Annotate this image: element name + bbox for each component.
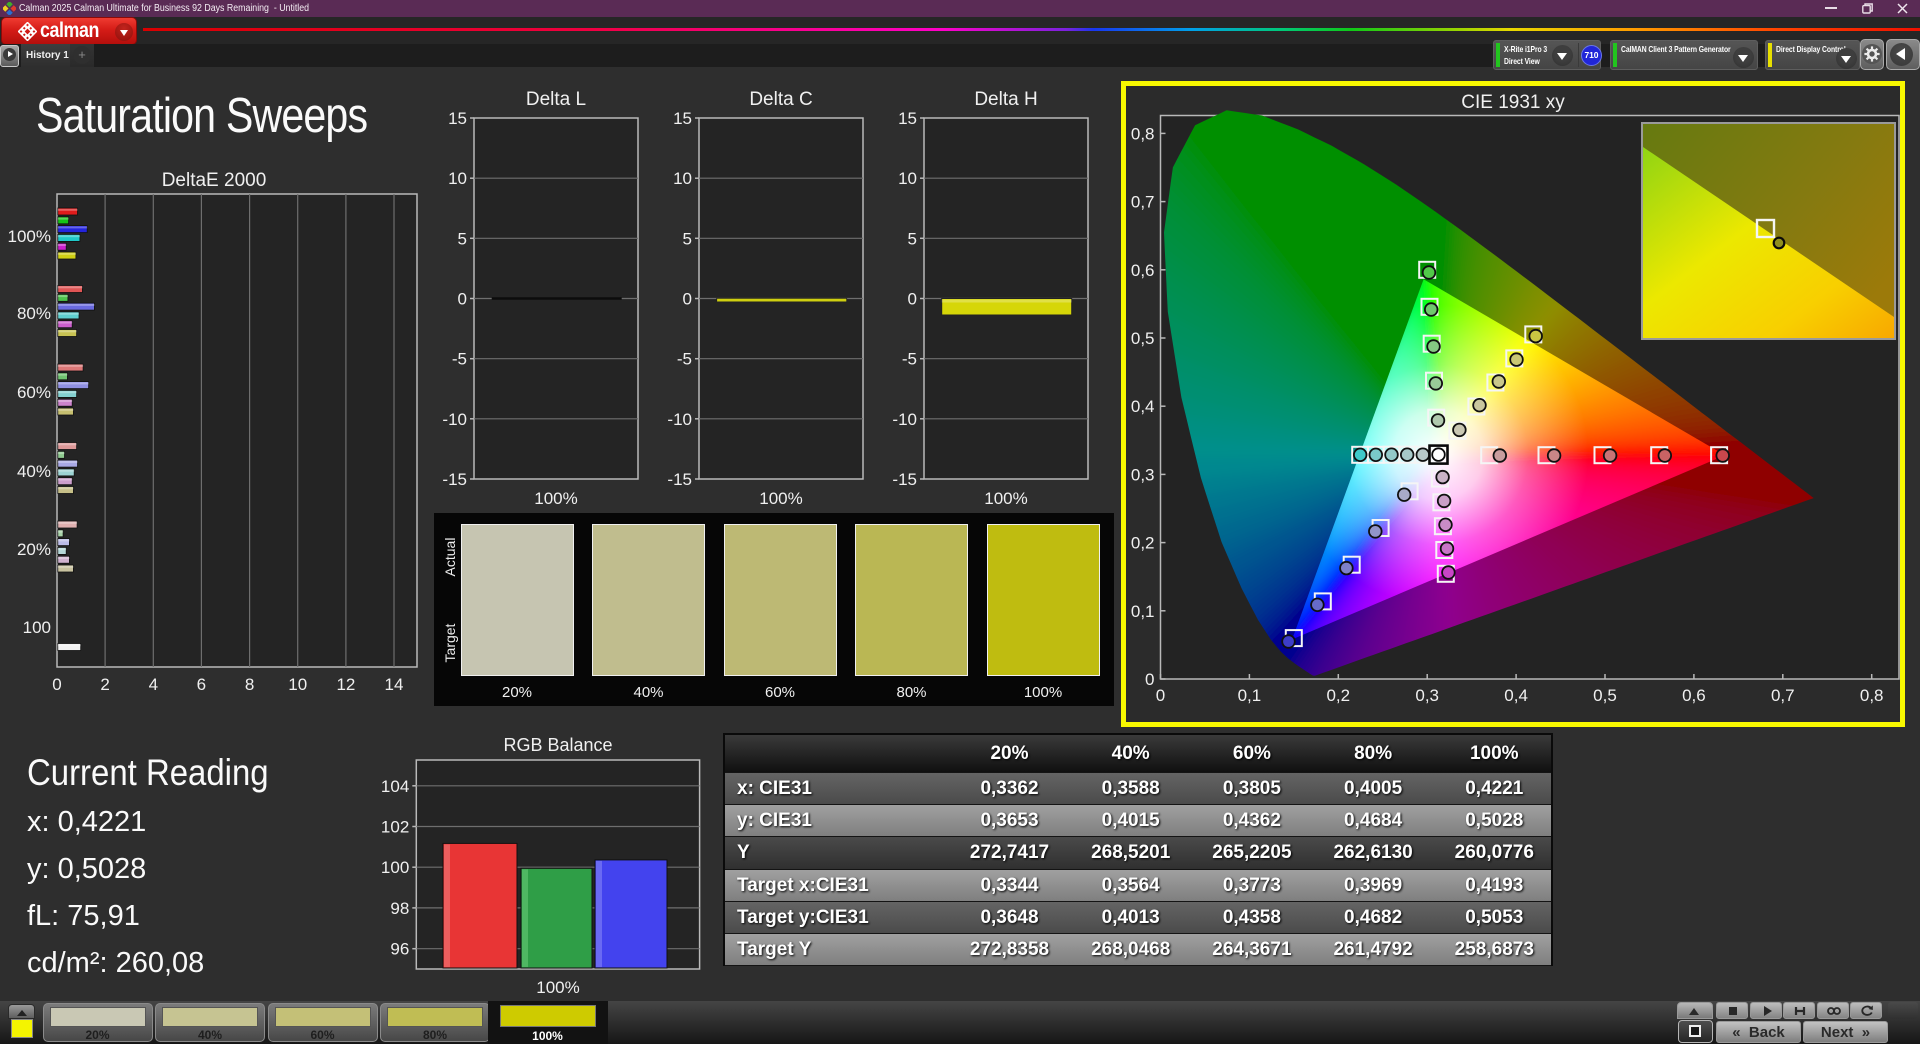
svg-text:0: 0 <box>1145 670 1154 689</box>
svg-text:Delta L: Delta L <box>526 89 586 110</box>
svg-text:5: 5 <box>908 229 917 248</box>
svg-text:0,7: 0,7 <box>1771 686 1795 705</box>
svg-text:CIE 1931 xy: CIE 1931 xy <box>1461 92 1565 113</box>
svg-text:0: 0 <box>52 675 61 694</box>
svg-text:15: 15 <box>448 109 467 128</box>
svg-text:100%: 100% <box>8 227 51 246</box>
svg-text:100%: 100% <box>759 489 802 508</box>
svg-text:0,8: 0,8 <box>1131 124 1155 143</box>
svg-text:0,6: 0,6 <box>1131 261 1155 280</box>
svg-text:5: 5 <box>458 229 467 248</box>
svg-text:-5: -5 <box>452 350 467 369</box>
svg-text:-10: -10 <box>667 410 692 429</box>
svg-text:0,5: 0,5 <box>1131 329 1155 348</box>
svg-text:0,1: 0,1 <box>1238 686 1262 705</box>
svg-text:0,6: 0,6 <box>1682 686 1706 705</box>
svg-text:98: 98 <box>390 899 409 918</box>
svg-text:0: 0 <box>908 290 917 309</box>
svg-text:-10: -10 <box>892 410 917 429</box>
svg-text:4: 4 <box>149 675 158 694</box>
svg-text:Delta H: Delta H <box>974 89 1037 110</box>
svg-text:0,8: 0,8 <box>1860 686 1884 705</box>
svg-text:0,3: 0,3 <box>1131 465 1155 484</box>
svg-text:20%: 20% <box>17 540 51 559</box>
svg-text:100: 100 <box>23 618 51 637</box>
svg-text:-15: -15 <box>892 470 917 489</box>
svg-text:-15: -15 <box>442 470 467 489</box>
svg-text:100: 100 <box>381 858 409 877</box>
svg-text:15: 15 <box>898 109 917 128</box>
svg-text:15: 15 <box>673 109 692 128</box>
svg-text:0,2: 0,2 <box>1131 534 1155 553</box>
svg-text:0: 0 <box>1156 686 1165 705</box>
svg-text:0,7: 0,7 <box>1131 193 1155 212</box>
svg-text:10: 10 <box>898 169 917 188</box>
svg-text:40%: 40% <box>17 462 51 481</box>
svg-text:5: 5 <box>683 229 692 248</box>
svg-text:0,3: 0,3 <box>1415 686 1439 705</box>
svg-text:8: 8 <box>245 675 254 694</box>
svg-text:100%: 100% <box>534 489 577 508</box>
svg-text:0,4: 0,4 <box>1504 686 1528 705</box>
svg-text:12: 12 <box>336 675 355 694</box>
svg-text:100%: 100% <box>984 489 1027 508</box>
svg-text:0,4: 0,4 <box>1131 397 1155 416</box>
svg-text:0,5: 0,5 <box>1593 686 1617 705</box>
svg-text:96: 96 <box>390 940 409 959</box>
svg-text:0: 0 <box>458 290 467 309</box>
svg-text:6: 6 <box>197 675 206 694</box>
svg-text:0,1: 0,1 <box>1131 602 1155 621</box>
svg-text:100%: 100% <box>536 978 579 997</box>
svg-text:104: 104 <box>381 777 409 796</box>
svg-text:Delta C: Delta C <box>749 89 812 110</box>
svg-text:RGB Balance: RGB Balance <box>503 735 612 755</box>
svg-text:80%: 80% <box>17 304 51 323</box>
svg-text:10: 10 <box>673 169 692 188</box>
svg-text:0,2: 0,2 <box>1326 686 1350 705</box>
svg-text:-5: -5 <box>677 350 692 369</box>
svg-text:-15: -15 <box>667 470 692 489</box>
svg-text:DeltaE 2000: DeltaE 2000 <box>162 170 267 191</box>
svg-text:10: 10 <box>448 169 467 188</box>
svg-text:2: 2 <box>100 675 109 694</box>
svg-text:-5: -5 <box>902 350 917 369</box>
svg-text:60%: 60% <box>17 383 51 402</box>
svg-text:14: 14 <box>385 675 404 694</box>
svg-text:10: 10 <box>288 675 307 694</box>
svg-text:0: 0 <box>683 290 692 309</box>
svg-text:-10: -10 <box>442 410 467 429</box>
svg-text:102: 102 <box>381 818 409 837</box>
